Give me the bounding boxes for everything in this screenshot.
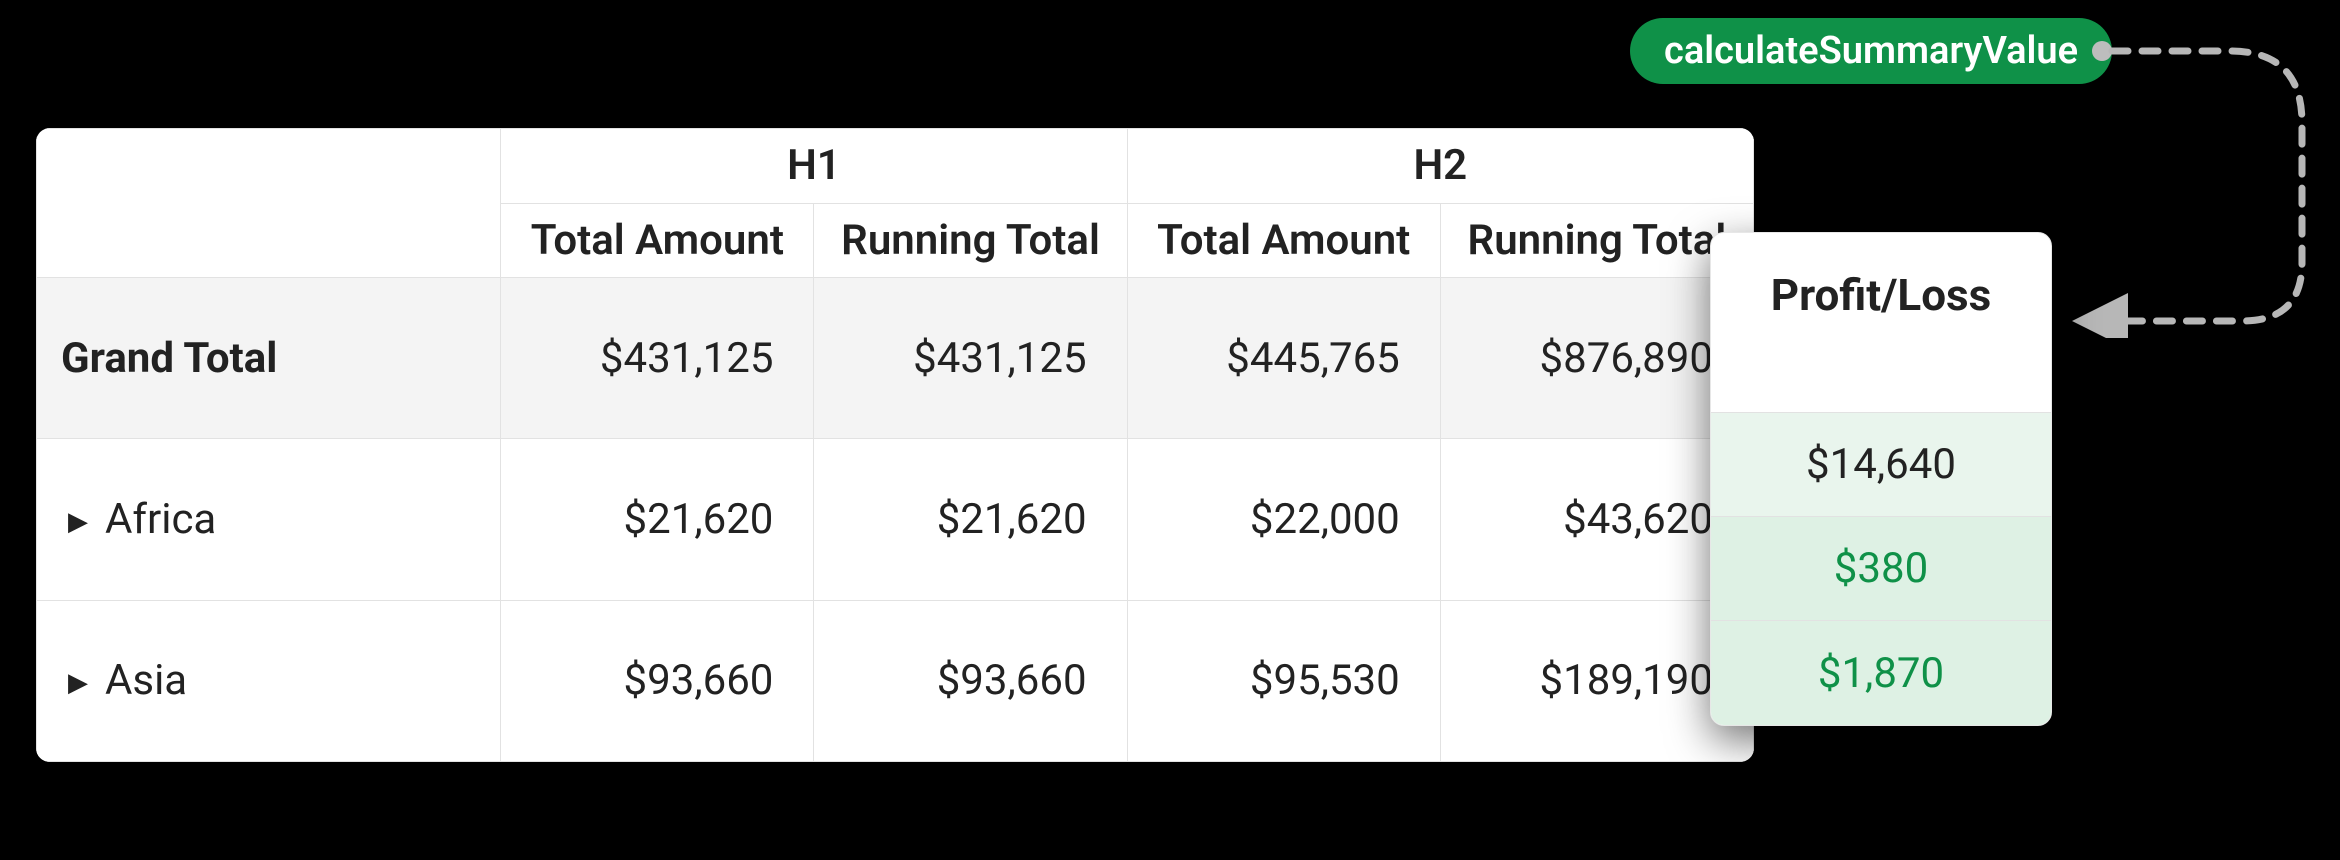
column-group-h1[interactable]: H1: [501, 129, 1127, 204]
data-cell: $21,620: [814, 439, 1127, 600]
column-header-running-total[interactable]: Running Total: [1440, 203, 1753, 278]
row-grand-total: Grand Total $431,125 $431,125 $445,765 $…: [37, 278, 1754, 439]
data-cell: $93,660: [501, 600, 814, 761]
column-group-h2[interactable]: H2: [1127, 129, 1753, 204]
data-cell: $22,000: [1127, 439, 1440, 600]
callout-badge-label: calculateSummaryValue: [1664, 29, 2078, 73]
profit-loss-cell-grand: $14,640: [1711, 413, 2051, 517]
column-header-running-total[interactable]: Running Total: [814, 203, 1127, 278]
data-cell: $21,620: [501, 439, 814, 600]
column-header-label: Total Amount: [531, 216, 784, 265]
row-header-corner: [37, 129, 501, 278]
data-cell: $93,660: [814, 600, 1127, 761]
column-group-label: H2: [1413, 141, 1467, 190]
data-cell: $189,190: [1440, 600, 1753, 761]
row-africa: ▶ Africa $21,620 $21,620 $22,000 $43,620: [37, 439, 1754, 600]
column-header-label: Running Total: [841, 216, 1100, 265]
data-cell: $95,530: [1127, 600, 1440, 761]
profit-loss-value: $380: [1834, 544, 1928, 593]
column-header-label: Running Total: [1468, 216, 1727, 265]
row-label-text: Africa: [105, 495, 216, 544]
profit-loss-header-label: Profit/Loss: [1771, 269, 1992, 321]
profit-loss-cell: $380: [1711, 517, 2051, 621]
profit-loss-header[interactable]: Profit/Loss: [1711, 233, 2051, 413]
profit-loss-value: $14,640: [1806, 440, 1956, 489]
column-group-label: H1: [787, 141, 841, 190]
pivot-grid: H1 H2 Total Amount Running Total Total A…: [36, 128, 1754, 762]
data-cell: $445,765: [1127, 278, 1440, 439]
expand-icon[interactable]: ▶: [61, 668, 95, 698]
data-cell: $876,890: [1440, 278, 1753, 439]
row-label: Grand Total: [37, 278, 501, 439]
column-header-total-amount[interactable]: Total Amount: [1127, 203, 1440, 278]
callout-connector: [2070, 33, 2330, 338]
column-header-total-amount[interactable]: Total Amount: [501, 203, 814, 278]
column-header-label: Total Amount: [1157, 216, 1410, 265]
profit-loss-column: Profit/Loss $14,640 $380 $1,870: [1710, 232, 2052, 726]
pivot-table: H1 H2 Total Amount Running Total Total A…: [36, 128, 1754, 762]
row-label-text: Asia: [105, 656, 187, 705]
data-cell: $431,125: [501, 278, 814, 439]
expand-icon[interactable]: ▶: [61, 507, 95, 537]
row-label-text: Grand Total: [61, 334, 277, 383]
row-label[interactable]: ▶ Asia: [37, 600, 501, 761]
profit-loss-value: $1,870: [1818, 649, 1944, 698]
callout-badge: calculateSummaryValue: [1630, 18, 2112, 84]
data-cell: $431,125: [814, 278, 1127, 439]
data-cell: $43,620: [1440, 439, 1753, 600]
row-asia: ▶ Asia $93,660 $93,660 $95,530 $189,190: [37, 600, 1754, 761]
profit-loss-cell: $1,870: [1711, 621, 2051, 725]
row-label[interactable]: ▶ Africa: [37, 439, 501, 600]
